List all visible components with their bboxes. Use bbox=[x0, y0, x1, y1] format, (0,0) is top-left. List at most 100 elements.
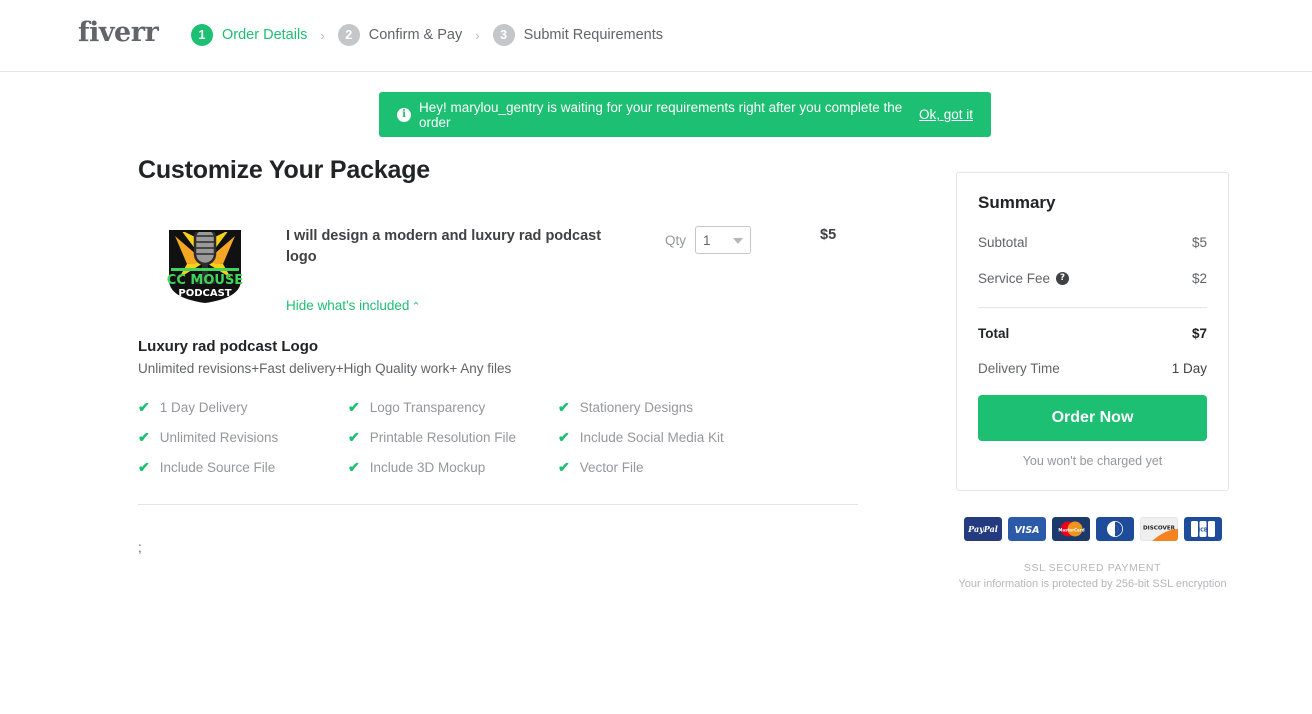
page-title: Customize Your Package bbox=[138, 156, 430, 184]
mastercard-icon: MasterCard bbox=[1051, 517, 1090, 541]
feature-label: Include Social Media Kit bbox=[579, 429, 724, 445]
package-features-grid: ✔ 1 Day Delivery ✔ Logo Transparency ✔ S… bbox=[138, 399, 858, 475]
ssl-title: SSL SECURED PAYMENT bbox=[1023, 562, 1162, 574]
step-label-confirm-pay: Confirm & Pay bbox=[368, 27, 463, 43]
feature-item: ✔ Include 3D Mockup bbox=[348, 459, 558, 475]
checkout-stepper: 1 Order Details › 2 Confirm & Pay › 3 Su… bbox=[191, 24, 663, 46]
ssl-notice: SSL SECURED PAYMENT Your information is … bbox=[956, 562, 1229, 590]
check-icon: ✔ bbox=[348, 429, 360, 445]
feature-item: ✔ Include Social Media Kit bbox=[558, 429, 788, 445]
diners-club-icon bbox=[1095, 517, 1134, 541]
summary-row-subtotal: Subtotal $5 bbox=[978, 235, 1207, 250]
gig-title[interactable]: I will design a modern and luxury rad po… bbox=[286, 226, 616, 268]
quantity-value: 1 bbox=[703, 232, 711, 248]
check-icon: ✔ bbox=[348, 399, 360, 415]
check-icon: ✔ bbox=[558, 459, 570, 475]
feature-item: ✔ Logo Transparency bbox=[348, 399, 558, 415]
banner-dismiss-link[interactable]: Ok, got it bbox=[919, 107, 973, 122]
svg-text:VISA: VISA bbox=[1014, 525, 1039, 536]
info-icon: i bbox=[397, 107, 411, 122]
feature-item: ✔ Unlimited Revisions bbox=[138, 429, 348, 445]
service-fee-value: $2 bbox=[1191, 271, 1207, 286]
summary-card: Summary Subtotal $5 Service Fee ? $2 Tot… bbox=[956, 172, 1229, 491]
order-now-button[interactable]: Order Now bbox=[978, 395, 1207, 441]
site-header: fiverr 1 Order Details › 2 Confirm & Pay… bbox=[0, 0, 1312, 72]
delivery-time-label: Delivery Time bbox=[978, 361, 1060, 376]
feature-label: Include Source File bbox=[159, 459, 276, 475]
feature-label: Include 3D Mockup bbox=[369, 459, 486, 475]
feature-item: ✔ Printable Resolution File bbox=[348, 429, 558, 445]
step-label-order-details: Order Details bbox=[222, 27, 308, 43]
thumbnail-title-text: CC MOUSE bbox=[167, 273, 243, 288]
check-icon: ✔ bbox=[138, 429, 150, 445]
package-description: Unlimited revisions+Fast delivery+High Q… bbox=[138, 361, 512, 376]
delivery-time-value: 1 Day bbox=[1171, 361, 1207, 376]
feature-label: Unlimited Revisions bbox=[159, 429, 279, 445]
quantity-label: Qty bbox=[665, 232, 687, 248]
summary-title: Summary bbox=[978, 193, 1056, 212]
subtotal-label: Subtotal bbox=[978, 235, 1028, 250]
subtotal-value: $5 bbox=[1191, 235, 1207, 250]
summary-row-delivery-time: Delivery Time 1 Day bbox=[978, 361, 1207, 376]
charge-note: You won't be charged yet bbox=[1022, 454, 1163, 468]
fiverr-logo[interactable]: fiverr bbox=[78, 19, 159, 46]
summary-row-service-fee: Service Fee ? $2 bbox=[978, 271, 1207, 286]
gig-thumbnail[interactable]: CC MOUSE PODCAST bbox=[161, 218, 249, 306]
banner-message: Hey! marylou_gentry is waiting for your … bbox=[419, 99, 903, 130]
package-name: Luxury rad podcast Logo bbox=[138, 338, 319, 355]
step-confirm-pay[interactable]: 2 Confirm & Pay bbox=[337, 24, 463, 46]
gig-summary-row: CC MOUSE PODCAST I will design a modern … bbox=[138, 218, 858, 330]
step-number-3: 3 bbox=[492, 24, 515, 46]
summary-divider bbox=[978, 307, 1207, 308]
feature-label: 1 Day Delivery bbox=[159, 399, 248, 415]
svg-text:PayPal: PayPal bbox=[967, 524, 998, 534]
feature-item: ✔ 1 Day Delivery bbox=[138, 399, 348, 415]
total-label: Total bbox=[978, 326, 1010, 341]
feature-item: ✔ Include Source File bbox=[138, 459, 348, 475]
chevron-up-icon: ⌃ bbox=[411, 301, 421, 313]
thumbnail-subtitle-text: PODCAST bbox=[178, 288, 231, 299]
svg-text:MasterCard: MasterCard bbox=[1058, 528, 1084, 533]
feature-label: Vector File bbox=[579, 459, 644, 475]
svg-text:JCB: JCB bbox=[1197, 528, 1208, 534]
payment-methods-row: PayPal VISA MasterCard DISCOVER JCB bbox=[956, 517, 1229, 541]
help-icon[interactable]: ? bbox=[1056, 272, 1070, 285]
check-icon: ✔ bbox=[138, 399, 150, 415]
check-icon: ✔ bbox=[558, 429, 570, 445]
feature-item: ✔ Stationery Designs bbox=[558, 399, 788, 415]
step-number-1: 1 bbox=[191, 24, 213, 46]
stray-text: ; bbox=[138, 540, 142, 555]
service-fee-label-group: Service Fee ? bbox=[978, 271, 1070, 286]
feature-label: Logo Transparency bbox=[369, 399, 486, 415]
step-label-submit-requirements: Submit Requirements bbox=[523, 27, 664, 43]
section-divider bbox=[138, 504, 858, 505]
step-order-details[interactable]: 1 Order Details bbox=[191, 24, 307, 46]
visa-icon: VISA bbox=[1007, 517, 1046, 541]
package-details: Luxury rad podcast Logo Unlimited revisi… bbox=[138, 338, 858, 475]
requirements-notification-banner: i Hey! marylou_gentry is waiting for you… bbox=[379, 92, 991, 137]
total-value: $7 bbox=[1191, 326, 1207, 341]
quantity-control: Qty 1 bbox=[665, 226, 752, 254]
service-fee-label: Service Fee bbox=[978, 271, 1051, 286]
toggle-included-link[interactable]: Hide what's included ⌃ bbox=[286, 298, 421, 313]
gig-price: $5 bbox=[820, 227, 837, 243]
podcast-logo-icon: CC MOUSE PODCAST bbox=[161, 218, 249, 306]
check-icon: ✔ bbox=[348, 459, 360, 475]
jcb-icon: JCB bbox=[1183, 517, 1222, 541]
discover-icon: DISCOVER bbox=[1139, 517, 1178, 541]
step-number-2: 2 bbox=[337, 24, 360, 46]
chevron-down-icon bbox=[733, 238, 744, 244]
feature-label: Stationery Designs bbox=[579, 399, 694, 415]
step-submit-requirements[interactable]: 3 Submit Requirements bbox=[492, 24, 664, 46]
ssl-subtitle: Your information is protected by 256-bit… bbox=[958, 578, 1227, 590]
quantity-select[interactable]: 1 bbox=[695, 226, 752, 254]
paypal-icon: PayPal bbox=[963, 517, 1002, 541]
order-details-column: Customize Your Package CC MOUSE PODCAST … bbox=[138, 156, 858, 555]
feature-label: Printable Resolution File bbox=[369, 429, 517, 445]
svg-text:DISCOVER: DISCOVER bbox=[1143, 526, 1176, 532]
step-separator-icon: › bbox=[320, 27, 325, 43]
step-separator-icon: › bbox=[475, 27, 480, 43]
order-summary-column: Summary Subtotal $5 Service Fee ? $2 Tot… bbox=[956, 172, 1229, 590]
summary-row-total: Total $7 bbox=[978, 326, 1207, 341]
toggle-included-label: Hide what's included bbox=[286, 298, 410, 313]
